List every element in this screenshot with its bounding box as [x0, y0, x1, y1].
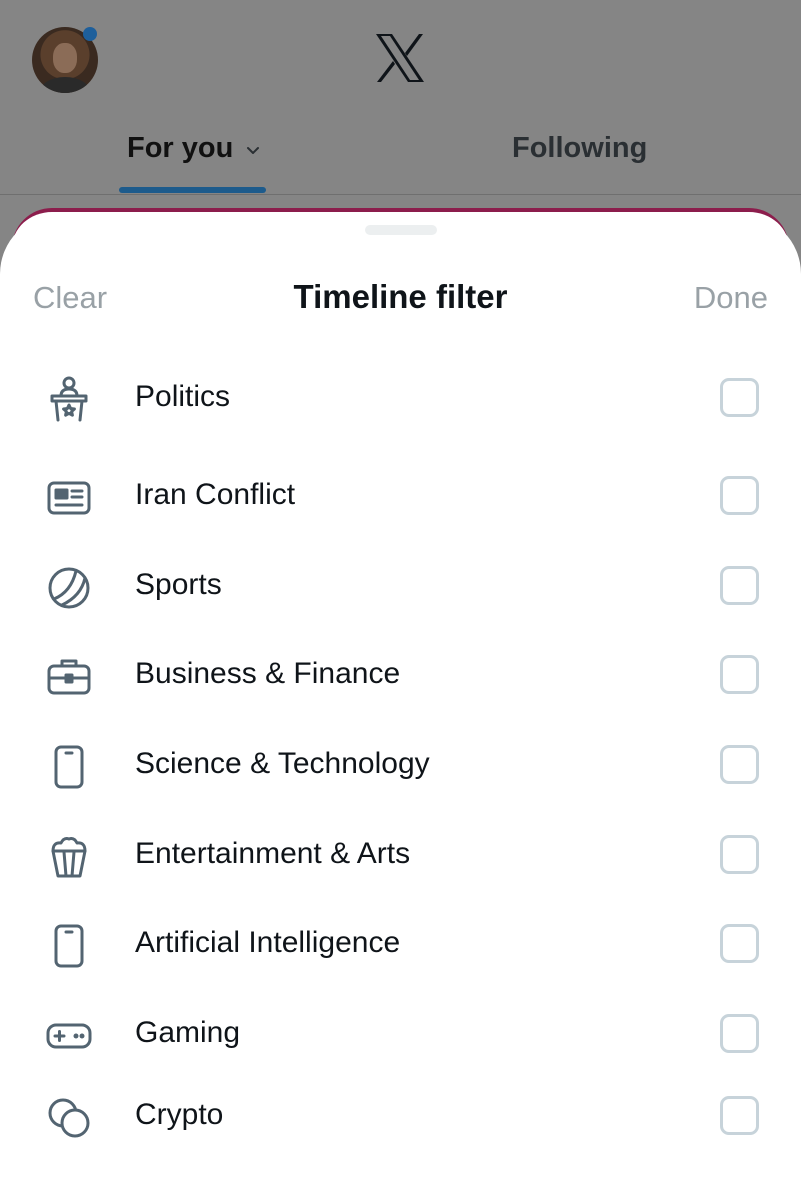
filter-label: Science & Technology — [135, 747, 430, 780]
filter-label: Politics — [135, 380, 231, 413]
checkbox[interactable] — [720, 566, 759, 605]
politics-podium-icon — [50, 376, 88, 422]
phone-icon — [54, 745, 84, 789]
filter-row-sports[interactable]: Sports — [0, 544, 801, 624]
checkbox[interactable] — [720, 476, 759, 515]
header-divider — [0, 194, 801, 195]
x-logo-icon[interactable] — [374, 32, 426, 84]
popcorn-icon — [51, 837, 87, 878]
filter-label: Crypto — [135, 1098, 224, 1131]
filter-row-iran-conflict[interactable]: Iran Conflict — [0, 454, 801, 534]
active-tab-indicator — [119, 187, 266, 193]
checkbox[interactable] — [720, 1096, 759, 1135]
filter-row-politics[interactable]: Politics — [0, 356, 801, 436]
checkbox[interactable] — [720, 378, 759, 417]
filter-label: Gaming — [135, 1016, 241, 1049]
tab-for-you[interactable]: For you — [127, 132, 233, 165]
checkbox[interactable] — [720, 835, 759, 874]
tab-following[interactable]: Following — [512, 132, 647, 165]
filter-label: Sports — [135, 568, 222, 601]
checkbox[interactable] — [720, 745, 759, 784]
sheet-grabber[interactable] — [365, 225, 437, 235]
phone-icon — [54, 924, 84, 968]
top-header: For you Following — [0, 0, 801, 195]
briefcase-icon — [47, 659, 91, 695]
chevron-down-icon[interactable] — [244, 141, 262, 159]
done-button[interactable]: Done — [694, 280, 768, 316]
checkbox[interactable] — [720, 1014, 759, 1053]
filter-row-gaming[interactable]: Gaming — [0, 992, 801, 1072]
timeline-filter-sheet: Clear Timeline filter Done Politics Iran… — [0, 214, 801, 1200]
sheet-title: Timeline filter — [293, 278, 508, 315]
filter-label: Iran Conflict — [135, 478, 296, 511]
notification-dot — [83, 27, 97, 41]
filter-row-entertainment-arts[interactable]: Entertainment & Arts — [0, 813, 801, 893]
tennis-ball-icon — [48, 567, 90, 609]
filter-row-business-finance[interactable]: Business & Finance — [0, 633, 801, 713]
gamepad-icon — [46, 1023, 92, 1049]
filter-row-crypto[interactable]: Crypto — [0, 1074, 801, 1154]
checkbox[interactable] — [720, 655, 759, 694]
filter-row-science-technology[interactable]: Science & Technology — [0, 723, 801, 803]
filter-label: Entertainment & Arts — [135, 837, 411, 870]
newspaper-icon — [47, 481, 91, 515]
filter-label: Artificial Intelligence — [135, 926, 401, 959]
coins-icon — [48, 1098, 90, 1138]
checkbox[interactable] — [720, 924, 759, 963]
filter-label: Business & Finance — [135, 657, 401, 690]
filter-row-artificial-intelligence[interactable]: Artificial Intelligence — [0, 902, 801, 982]
